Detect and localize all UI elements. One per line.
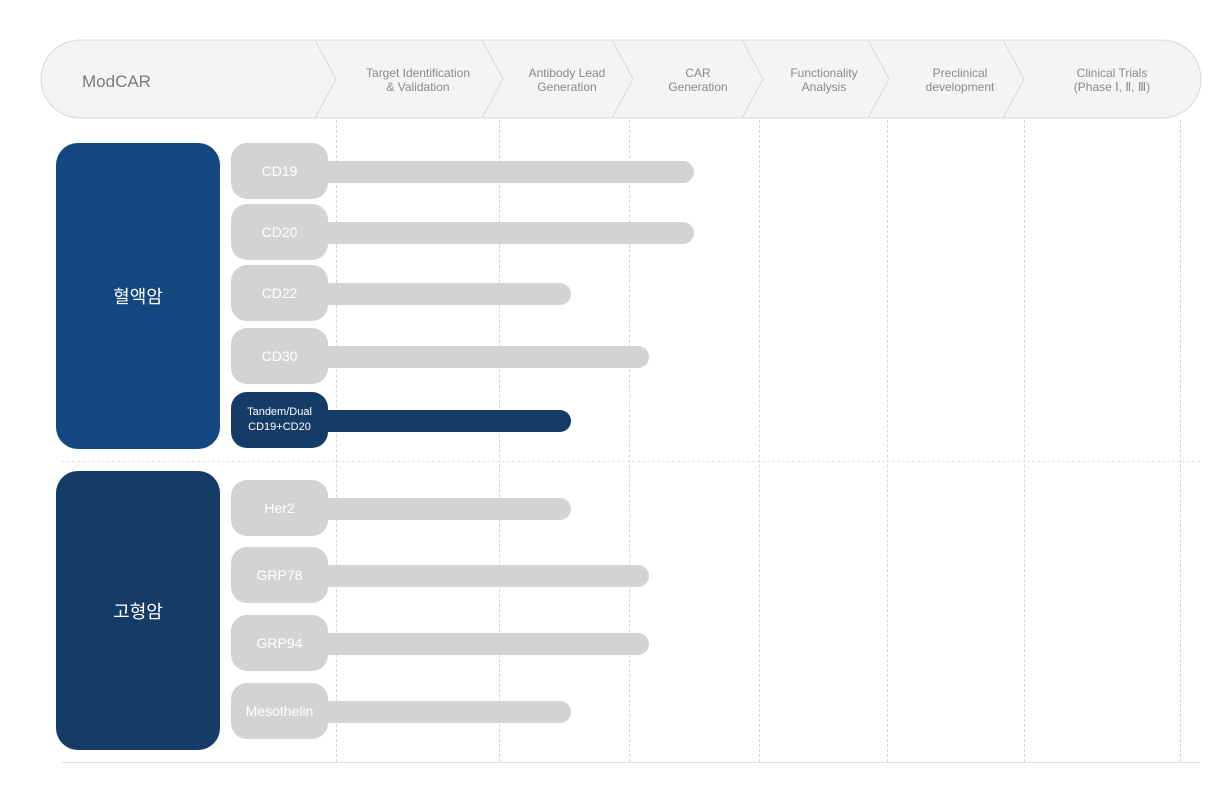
stage-gridline	[1180, 120, 1181, 762]
pipeline-stage-header	[40, 39, 1202, 119]
progress-bar	[291, 222, 694, 244]
stage-label: Clinical Trials (Phase Ⅰ, Ⅱ, Ⅲ)	[1073, 66, 1151, 94]
stage-label: Antibody Lead Generation	[528, 66, 606, 94]
target-label: CD30	[231, 328, 328, 384]
stage-gridline	[1024, 120, 1025, 762]
target-label: CD19	[231, 143, 328, 199]
stage-label: Target Identification & Validation	[365, 66, 471, 94]
target-label: Tandem/Dual CD19+CD20	[231, 392, 328, 448]
stage-gridline	[336, 120, 337, 762]
progress-bar	[291, 498, 571, 520]
target-label: CD22	[231, 265, 328, 321]
brand-label: ModCAR	[82, 72, 151, 91]
stage-gridline	[887, 120, 888, 762]
progress-bar	[291, 565, 649, 587]
target-label: GRP94	[231, 615, 328, 671]
progress-bar	[291, 410, 571, 432]
progress-bar	[291, 633, 649, 655]
stage-gridline	[759, 120, 760, 762]
stage-gridline	[629, 120, 630, 762]
stage-label: Functionality Analysis	[790, 66, 858, 94]
group-separator	[62, 762, 1200, 763]
group-label: 혈액암	[56, 143, 220, 449]
target-label: GRP78	[231, 547, 328, 603]
progress-bar	[291, 346, 649, 368]
target-label: CD20	[231, 204, 328, 260]
progress-bar	[291, 701, 571, 723]
stage-label: Preclinical development	[925, 66, 995, 94]
stage-gridline	[499, 120, 500, 762]
group-separator	[62, 461, 1200, 462]
progress-bar	[291, 161, 694, 183]
target-label: Her2	[231, 480, 328, 536]
target-label: Mesothelin	[231, 683, 328, 739]
progress-bar	[291, 283, 571, 305]
group-label: 고형암	[56, 471, 220, 750]
